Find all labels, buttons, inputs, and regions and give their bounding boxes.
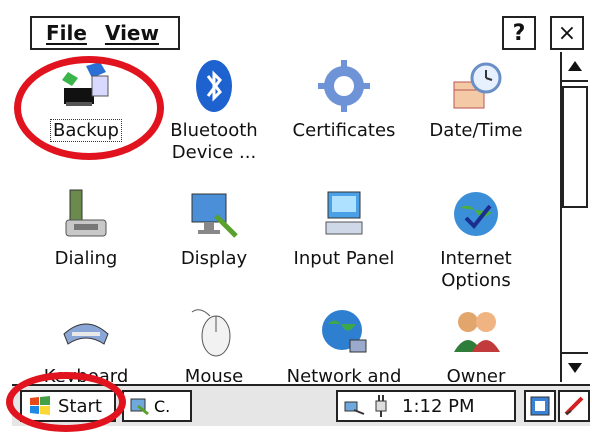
menu-file[interactable]: File — [40, 21, 93, 45]
applet-label: Mouse — [184, 366, 244, 382]
menu-bar: File View ? × — [12, 12, 590, 52]
control-panel-window: File View ? × Backup Bluetooth Device ..… — [0, 0, 592, 432]
applet-label: Bluetooth Device ... — [170, 120, 258, 163]
owner-icon — [454, 312, 500, 352]
task-button-control-panel[interactable]: C. — [122, 390, 192, 422]
date-time-icon — [453, 62, 502, 109]
mouse-icon — [191, 309, 231, 357]
applet-label: Owner — [446, 366, 506, 382]
menu-view[interactable]: View — [99, 21, 165, 45]
scroll-up-button[interactable] — [562, 52, 588, 82]
applet-label: Date/Time — [429, 120, 523, 141]
applet-label: Display — [180, 248, 248, 269]
internet-options-icon — [454, 192, 498, 236]
dialing-icon — [65, 189, 107, 237]
annotation-circle-start — [6, 372, 126, 432]
applet-input-panel[interactable]: Input Panel — [280, 180, 408, 290]
network-status-icon[interactable] — [344, 396, 366, 416]
system-tray: 1:12 PM — [336, 390, 516, 422]
bluetooth-icon — [196, 60, 232, 112]
arrow-up-icon — [568, 61, 582, 71]
applet-owner[interactable]: Owner — [412, 298, 540, 382]
applet-label: Internet Options — [440, 248, 512, 291]
power-plug-icon[interactable] — [372, 395, 390, 417]
applet-label: Network and — [286, 366, 402, 382]
keyboard-icon — [63, 323, 109, 345]
scroll-thumb[interactable] — [562, 86, 588, 208]
annotation-circle-backup — [14, 56, 164, 160]
applet-label: Certificates — [292, 120, 396, 141]
applet-label: Input Panel — [293, 248, 395, 269]
certificates-icon — [318, 60, 370, 112]
network-icon — [322, 310, 367, 353]
show-desktop-icon — [530, 396, 550, 416]
applet-certificates[interactable]: Certificates — [280, 52, 408, 162]
vertical-scrollbar[interactable] — [560, 52, 588, 382]
clock[interactable]: 1:12 PM — [402, 396, 475, 417]
applet-internet-options[interactable]: Internet Options — [412, 180, 540, 291]
display-icon — [191, 193, 238, 238]
help-button[interactable]: ? — [502, 16, 536, 50]
applet-mouse[interactable]: Mouse — [150, 298, 278, 382]
scroll-down-button[interactable] — [562, 352, 588, 382]
show-desktop-button[interactable] — [524, 390, 556, 422]
task-label: C. — [154, 396, 171, 416]
applet-date-time[interactable]: Date/Time — [412, 52, 540, 162]
close-button[interactable]: × — [550, 16, 584, 50]
applet-network[interactable]: Network and — [280, 298, 408, 382]
control-panel-icon — [130, 398, 149, 416]
input-method-button[interactable] — [558, 390, 590, 422]
input-panel-icon — [325, 191, 363, 235]
applet-dialing[interactable]: Dialing — [22, 180, 150, 290]
applet-display[interactable]: Display — [150, 180, 278, 290]
applet-bluetooth[interactable]: Bluetooth Device ... — [150, 52, 278, 163]
pen-input-icon — [564, 396, 584, 416]
arrow-down-icon — [568, 363, 582, 373]
applet-keyboard[interactable]: Keyboard — [22, 298, 150, 382]
menu-group: File View — [30, 16, 180, 50]
applet-label: Dialing — [54, 248, 118, 269]
